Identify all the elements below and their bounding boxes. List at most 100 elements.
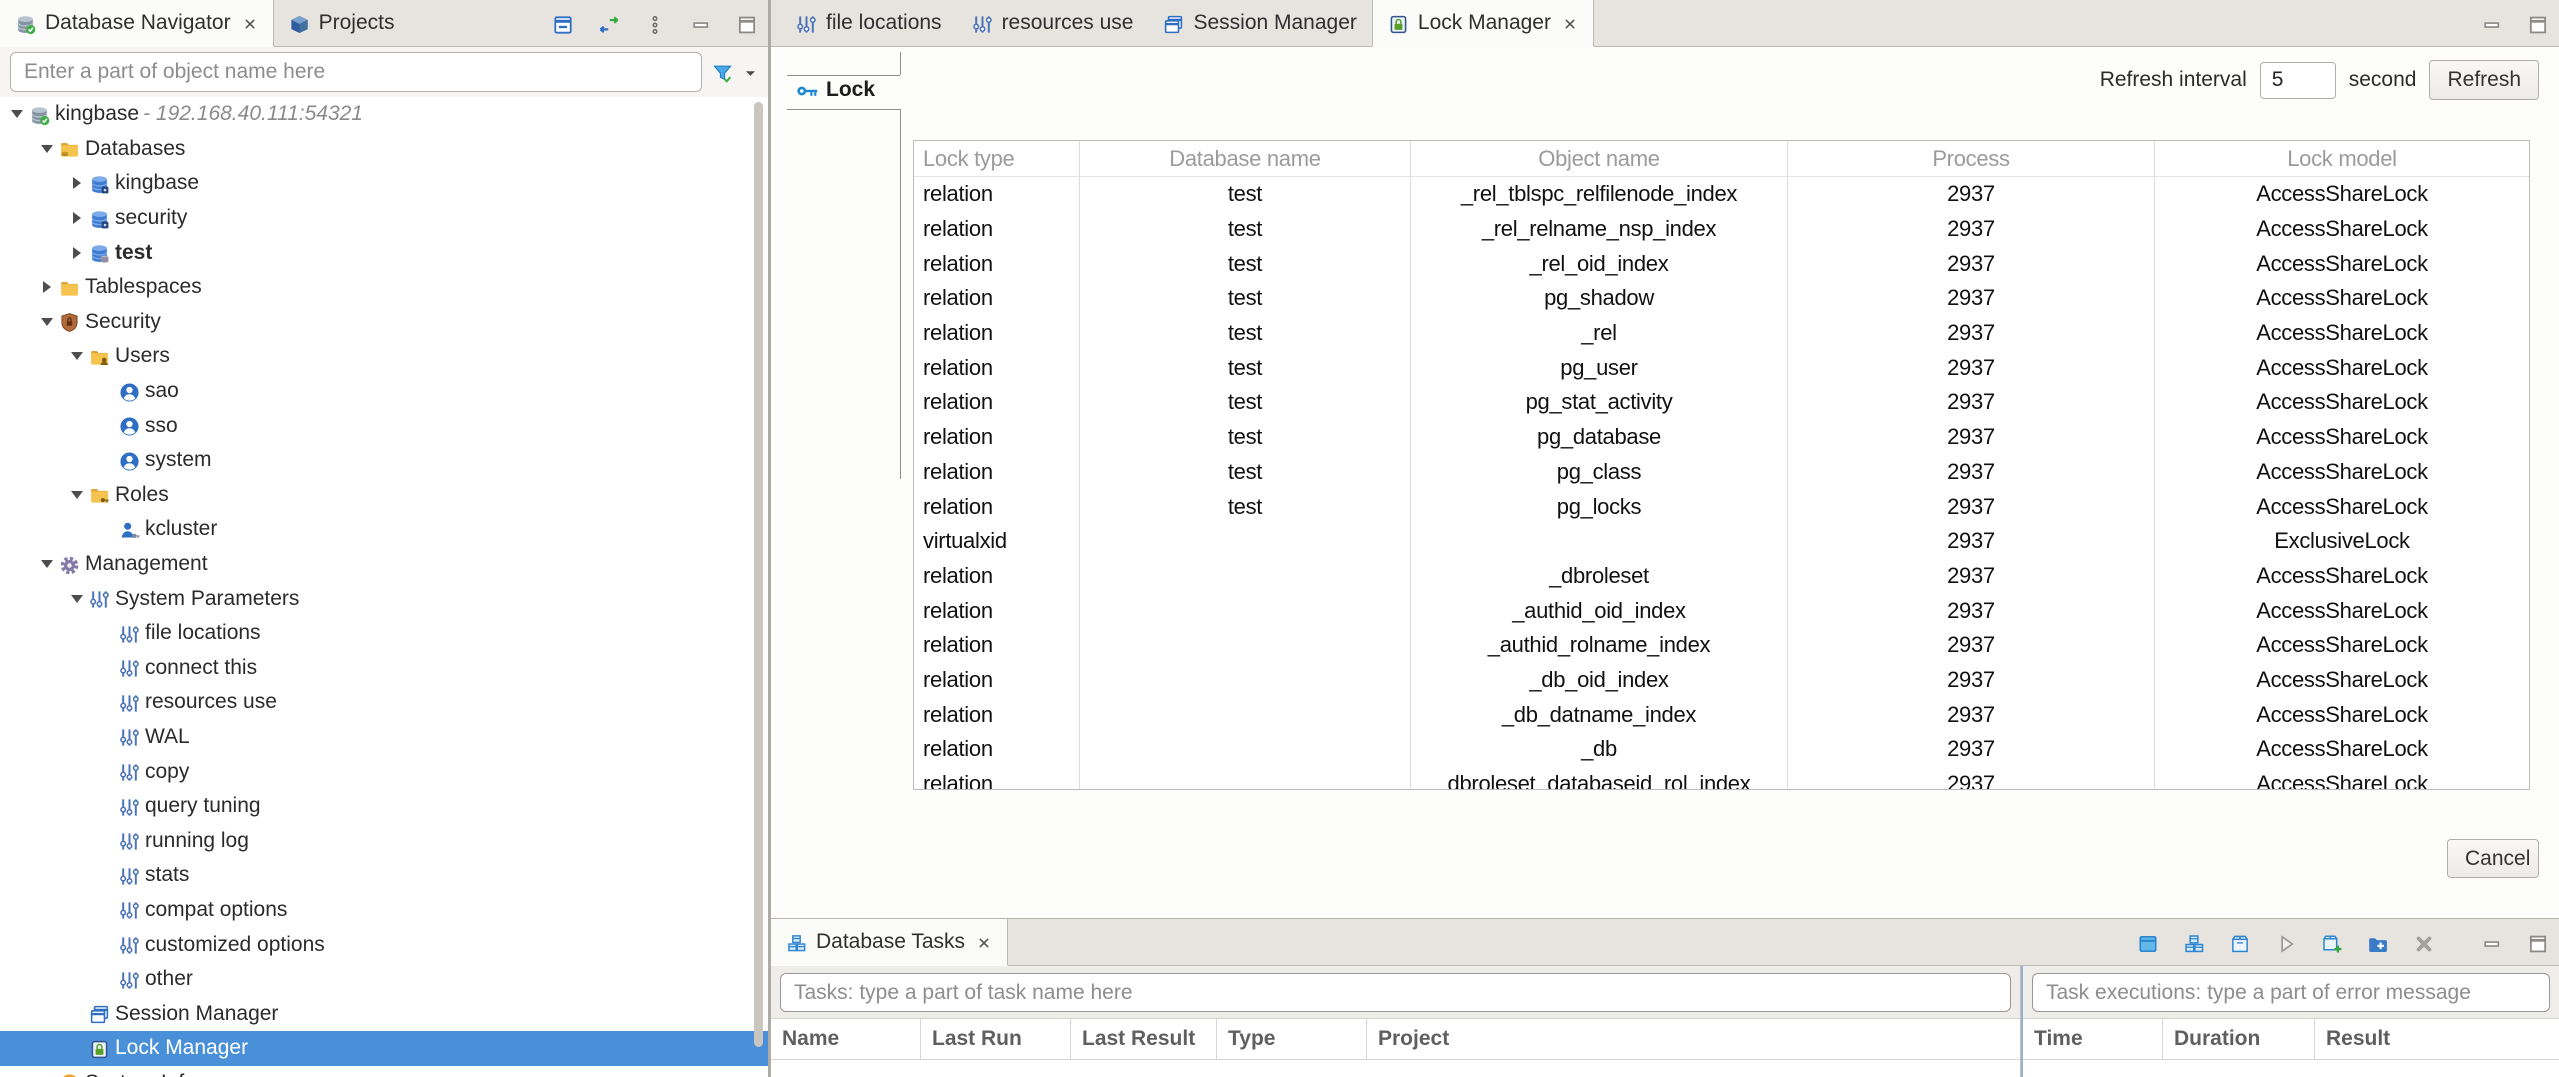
close-icon[interactable] bbox=[1562, 16, 1578, 32]
tab-file-locations[interactable]: file locations bbox=[781, 0, 957, 46]
tasks-column-project[interactable]: Project bbox=[1367, 1019, 2020, 1059]
cancel-button[interactable]: Cancel bbox=[2447, 839, 2539, 878]
lock-table-row[interactable]: relation test pg_class 2937 AccessShareLock bbox=[914, 454, 2529, 490]
executions-column-duration[interactable]: Duration bbox=[2163, 1019, 2315, 1059]
maximize-icon[interactable] bbox=[2527, 933, 2549, 955]
expander-collapse-icon[interactable] bbox=[40, 144, 53, 153]
minimize-icon[interactable] bbox=[2481, 14, 2503, 36]
tree-item-tablespaces[interactable]: Tablespaces bbox=[0, 270, 768, 305]
expander-expand-icon[interactable] bbox=[72, 212, 81, 225]
executions-filter-input[interactable] bbox=[2032, 973, 2550, 1012]
expander-slot[interactable] bbox=[66, 484, 87, 505]
tab-database-navigator[interactable]: Database Navigator bbox=[0, 0, 274, 47]
task-view-icon[interactable] bbox=[2137, 933, 2159, 955]
expander-slot[interactable] bbox=[36, 554, 57, 575]
link-with-editor-icon[interactable] bbox=[598, 14, 620, 36]
tree-item-system-info[interactable]: System Info bbox=[0, 1066, 768, 1077]
expander-expand-icon[interactable] bbox=[72, 246, 81, 259]
object-filter-input[interactable] bbox=[10, 52, 702, 92]
refresh-interval-input[interactable] bbox=[2259, 61, 2336, 99]
expander-slot[interactable] bbox=[66, 346, 87, 367]
tree-item-system[interactable]: system bbox=[0, 443, 768, 478]
collapse-all-icon[interactable] bbox=[552, 14, 574, 36]
lock-table-row[interactable]: relation test pg_stat_activity 2937 AccessSh… bbox=[914, 385, 2529, 420]
lock-table-row[interactable]: relation test pg_shadow 2937 AccessShareLock bbox=[914, 281, 2529, 316]
tree-item-sao[interactable]: sao bbox=[0, 374, 768, 409]
filter-icon[interactable] bbox=[712, 63, 733, 84]
executions-column-time[interactable]: Time bbox=[2023, 1019, 2163, 1059]
column-header-process[interactable]: Process bbox=[1788, 141, 2155, 176]
close-icon[interactable] bbox=[976, 935, 992, 951]
delete-task-icon[interactable] bbox=[2413, 933, 2435, 955]
tasks-column-last-run[interactable]: Last Run bbox=[921, 1019, 1071, 1059]
lock-table-row[interactable]: relation test _rel_relname_nsp_index 2937 Ac… bbox=[914, 211, 2529, 247]
lock-table-row[interactable]: virtualxid 2937 ExclusiveLock bbox=[914, 523, 2529, 559]
expander-slot[interactable] bbox=[66, 173, 87, 194]
expander-slot[interactable] bbox=[66, 208, 87, 229]
tab-lock-manager[interactable]: Lock Manager bbox=[1371, 0, 1594, 47]
tree-item-lock-manager[interactable]: Lock Manager bbox=[0, 1031, 768, 1066]
tree-item-management[interactable]: Management bbox=[0, 547, 768, 582]
expander-slot[interactable] bbox=[36, 277, 57, 298]
tasks-column-last-result[interactable]: Last Result bbox=[1071, 1019, 1217, 1059]
tab-projects[interactable]: Projects bbox=[274, 0, 410, 46]
chevron-down-icon[interactable] bbox=[743, 66, 758, 81]
lock-table-row[interactable]: relation _dbroleset 2937 AccessShareLock bbox=[914, 558, 2529, 594]
column-header-lock-type[interactable]: Lock type bbox=[914, 141, 1080, 176]
expander-collapse-icon[interactable] bbox=[40, 560, 53, 569]
column-header-object-name[interactable]: Object name bbox=[1411, 141, 1788, 176]
lock-table-row[interactable]: relation _db_datname_index 2937 AccessShare… bbox=[914, 697, 2529, 732]
side-tab-lock[interactable]: Lock bbox=[796, 78, 875, 102]
tree-item-running-log[interactable]: running log bbox=[0, 823, 768, 858]
expander-collapse-icon[interactable] bbox=[70, 594, 83, 603]
tree-item-resources-use[interactable]: resources use bbox=[0, 685, 768, 720]
column-header-lock-model[interactable]: Lock model bbox=[2155, 141, 2529, 176]
create-task-folder-icon[interactable] bbox=[2367, 933, 2389, 955]
tree-item-query-tuning[interactable]: query tuning bbox=[0, 789, 768, 824]
tab-database-tasks[interactable]: Database Tasks bbox=[771, 919, 1009, 966]
expander-expand-icon[interactable] bbox=[42, 281, 51, 294]
view-menu-icon[interactable] bbox=[644, 14, 666, 36]
tree-item-test[interactable]: test bbox=[0, 235, 768, 270]
tree-item-compat-options[interactable]: compat options bbox=[0, 893, 768, 928]
tree-item-security[interactable]: security bbox=[0, 201, 768, 236]
create-task-icon[interactable] bbox=[2321, 933, 2343, 955]
expander-expand-icon[interactable] bbox=[72, 177, 81, 190]
tree-item-customized-options[interactable]: customized options bbox=[0, 927, 768, 962]
lock-table-row[interactable]: relation _authid_rolname_index 2937 AccessS… bbox=[914, 627, 2529, 663]
tab-session-manager[interactable]: Session Manager bbox=[1148, 0, 1371, 46]
tree-item-sso[interactable]: sso bbox=[0, 408, 768, 443]
tasks-column-type[interactable]: Type bbox=[1217, 1019, 1367, 1059]
maximize-icon[interactable] bbox=[736, 14, 758, 36]
tree-item-wal[interactable]: WAL bbox=[0, 720, 768, 755]
lock-table-row[interactable]: relation test pg_database 2937 AccessShareLo… bbox=[914, 419, 2529, 455]
column-header-database-name[interactable]: Database name bbox=[1080, 141, 1411, 176]
tasks-filter-input[interactable] bbox=[780, 973, 2011, 1012]
minimize-icon[interactable] bbox=[2481, 933, 2503, 955]
lock-table-row[interactable]: relation _authid_oid_index 2937 AccessShare… bbox=[914, 593, 2529, 628]
tree-item-file-locations[interactable]: file locations bbox=[0, 616, 768, 651]
tree-item-kingbase[interactable]: kingbase - 192.168.40.111:54321 bbox=[0, 97, 768, 132]
executions-column-result[interactable]: Result bbox=[2315, 1019, 2559, 1059]
tree-item-security[interactable]: Security bbox=[0, 305, 768, 340]
expander-collapse-icon[interactable] bbox=[40, 317, 53, 326]
close-icon[interactable] bbox=[242, 16, 258, 32]
lock-table-row[interactable]: relation test _rel 2937 AccessShareLock bbox=[914, 315, 2529, 351]
tree-item-stats[interactable]: stats bbox=[0, 858, 768, 893]
expander-slot[interactable] bbox=[36, 311, 57, 332]
tasks-column-name[interactable]: Name bbox=[771, 1019, 921, 1059]
expander-collapse-icon[interactable] bbox=[70, 352, 83, 361]
task-package-icon[interactable] bbox=[2229, 933, 2251, 955]
tree-item-roles[interactable]: Roles bbox=[0, 478, 768, 513]
tree-item-connect-this[interactable]: connect this bbox=[0, 651, 768, 686]
lock-table-row[interactable]: relation dbroleset_databaseid_rol_index 29… bbox=[914, 766, 2529, 789]
group-tasks-icon[interactable] bbox=[2183, 933, 2205, 955]
tree-item-users[interactable]: Users bbox=[0, 339, 768, 374]
run-task-icon[interactable] bbox=[2275, 933, 2297, 955]
minimize-icon[interactable] bbox=[690, 14, 712, 36]
lock-table-row[interactable]: relation test _rel_tblspc_relfilenode_inde… bbox=[914, 177, 2529, 212]
lock-table-row[interactable]: relation _db 2937 AccessShareLock bbox=[914, 732, 2529, 767]
lock-table-row[interactable]: relation _db_oid_index 2937 AccessShareLock bbox=[914, 662, 2529, 698]
tree-scrollbar-thumb[interactable] bbox=[754, 102, 763, 1047]
tab-resources-use[interactable]: resources use bbox=[957, 0, 1149, 46]
